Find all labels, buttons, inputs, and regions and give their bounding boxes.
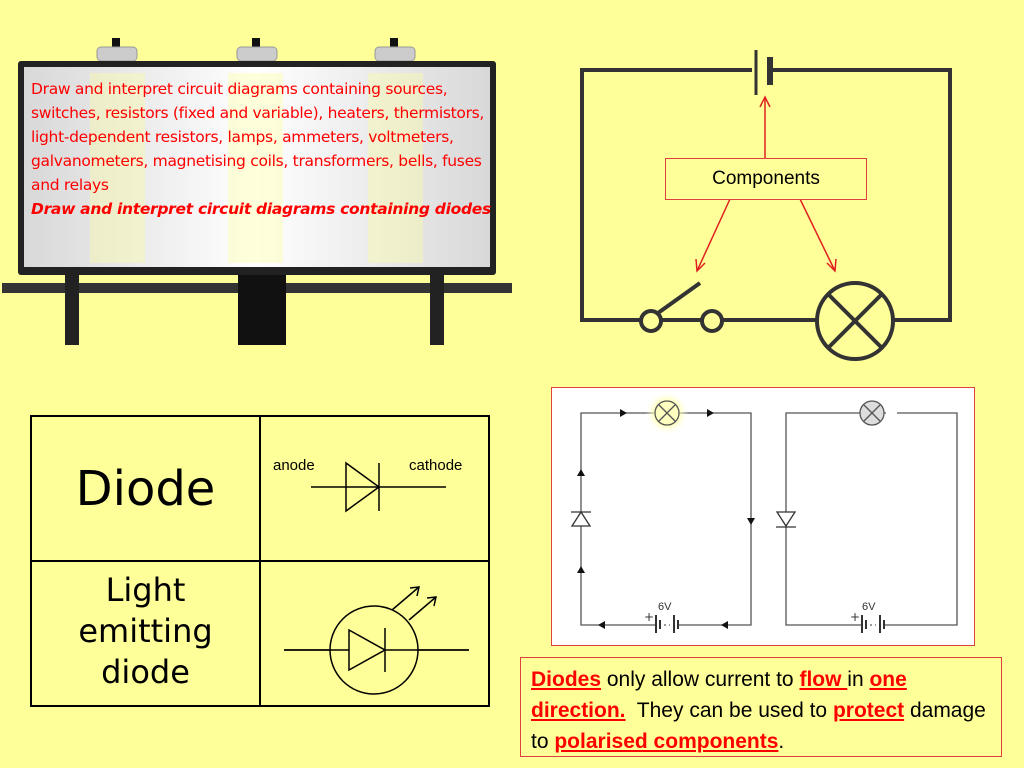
diode-explanation: Diodes only allow current to flow in one… <box>520 657 1002 757</box>
text: in <box>847 668 870 691</box>
diode-label: Diode <box>75 460 216 517</box>
components-circuit <box>580 50 952 361</box>
battery-icon <box>655 615 679 633</box>
highlight-protect: protect <box>832 699 905 722</box>
diode-circuits-diagram: 6V 6V + + <box>570 391 958 633</box>
switch-icon <box>639 281 724 333</box>
battery-icon <box>754 50 773 95</box>
voltage-label-left: 6V <box>658 601 672 613</box>
battery-icon <box>861 615 885 633</box>
table-row: Light emitting diode <box>30 560 490 707</box>
billboard-lamps <box>96 38 416 62</box>
diode-reverse-icon <box>775 511 797 528</box>
lamp-lit-icon <box>654 400 680 426</box>
objective-1: Draw and interpret circuit diagrams cont… <box>31 80 485 194</box>
highlight-flow: flow <box>799 668 848 691</box>
objectives-text: Draw and interpret circuit diagrams cont… <box>31 77 493 221</box>
diode-forward-icon <box>570 510 592 527</box>
diode-symbol-icon <box>311 461 446 513</box>
text: They can be used to <box>625 699 833 722</box>
lamp-icon <box>815 281 895 361</box>
highlight-polarised-components: polarised components <box>554 730 779 753</box>
lamp-unlit-icon <box>859 400 885 426</box>
led-label: Light emitting diode <box>78 570 213 691</box>
current-arrows <box>577 409 755 629</box>
text: . <box>778 730 785 753</box>
components-label: Components <box>665 158 867 200</box>
diode-circuits-image: 6V 6V + + <box>551 387 975 646</box>
plus-sign-right: + <box>850 610 860 624</box>
table-row: Diode anode cathode <box>30 415 490 562</box>
text: only allow current to <box>601 668 800 691</box>
objective-2: Draw and interpret circuit diagrams cont… <box>31 200 491 218</box>
plus-sign-left: + <box>644 610 654 624</box>
highlight-diodes: Diodes <box>531 668 602 691</box>
voltage-label-right: 6V <box>862 601 876 613</box>
symbols-table: Diode anode cathode Light emitting diode <box>30 415 490 707</box>
led-symbol-icon <box>284 586 469 695</box>
